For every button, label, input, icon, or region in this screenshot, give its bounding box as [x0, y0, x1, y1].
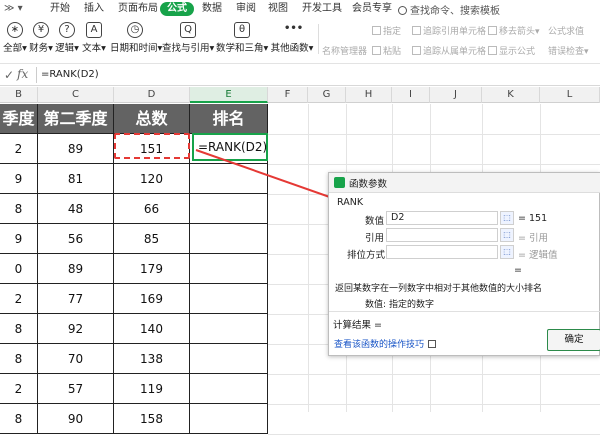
ok-button[interactable]: 确定	[547, 329, 600, 351]
field-label-ref: 引用	[365, 233, 385, 244]
range-select-icon[interactable]: ⬚	[500, 228, 514, 242]
number-input[interactable]: D2	[386, 211, 498, 225]
ref-result: = 引用	[518, 233, 548, 244]
ref-input[interactable]	[386, 228, 498, 242]
dialog-divider	[329, 311, 600, 312]
range-select-icon[interactable]: ⬚	[500, 211, 514, 225]
function-name: RANK	[337, 197, 364, 208]
field-label-number: 数值	[365, 216, 385, 227]
order-result: = 逻辑值	[518, 250, 558, 261]
calc-result-label: 计算结果 =	[333, 320, 382, 331]
function-description: 返回某数字在一列数字中相对于其他数值的大小排名	[335, 284, 543, 294]
video-icon	[428, 340, 437, 348]
field-label-order: 排位方式	[347, 250, 386, 261]
dialog-titlebar[interactable]: 函数参数	[329, 173, 600, 193]
dialog-app-icon	[334, 177, 345, 188]
param-help-label: 数值:	[365, 300, 387, 310]
order-input[interactable]	[386, 245, 498, 259]
number-result: = 151	[518, 213, 548, 224]
help-link[interactable]: 查看该函数的操作技巧	[334, 337, 437, 350]
function-result-equals: =	[514, 265, 522, 276]
range-select-icon[interactable]: ⬚	[500, 245, 514, 259]
dialog-title: 函数参数	[349, 179, 388, 190]
param-help-text: 指定的数字	[389, 300, 435, 310]
function-args-dialog: 函数参数 RANK 数值 D2 ⬚ = 151 引用 ⬚ = 引用 排位方式 ⬚…	[328, 172, 600, 356]
